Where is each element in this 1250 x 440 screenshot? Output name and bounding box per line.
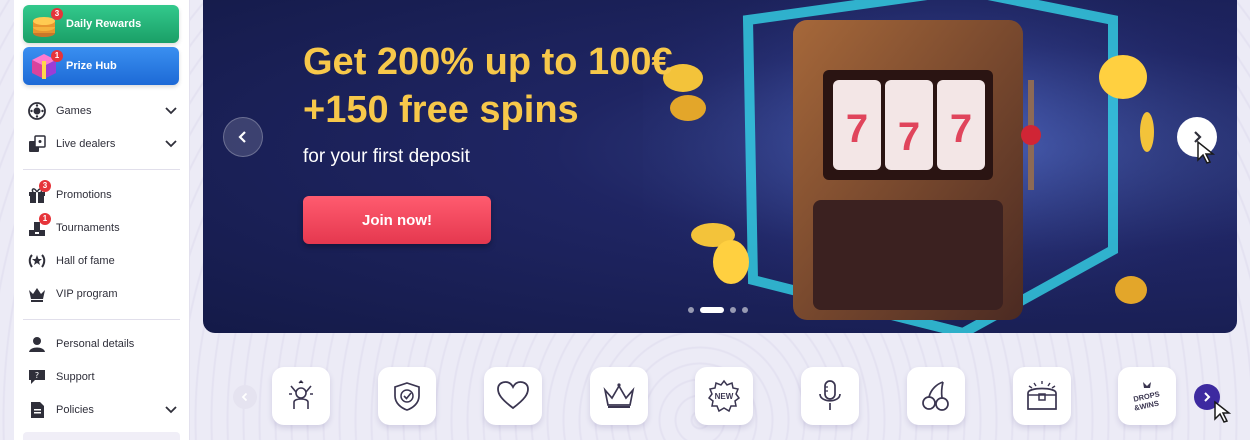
tournaments-badge: 1 xyxy=(39,213,51,225)
document-icon xyxy=(31,402,44,418)
svg-text:7: 7 xyxy=(950,107,972,151)
promo-banner[interactable]: 7 7 7 Get 200% up to 100€ +150 free spin… xyxy=(203,0,1237,333)
celebrating-player-icon xyxy=(289,380,313,409)
category-favorites[interactable] xyxy=(484,367,542,425)
heart-icon xyxy=(497,381,529,410)
treasure-chest-icon xyxy=(1027,381,1057,410)
banner-dot[interactable] xyxy=(688,307,694,313)
banner-title-line-2: +150 free spins xyxy=(303,89,579,131)
games-icon xyxy=(28,102,46,120)
category-shield[interactable] xyxy=(378,367,436,425)
sidebar: 3 Daily Rewards 1 Prize Hub Games Live d… xyxy=(14,0,190,440)
category-treasure[interactable] xyxy=(1013,367,1071,425)
banner-title: Get 200% up to 100€ +150 free spins xyxy=(303,38,683,134)
join-now-button[interactable]: Join now! xyxy=(303,196,491,244)
category-live[interactable] xyxy=(801,367,859,425)
promotions-badge: 3 xyxy=(39,180,51,192)
category-vip[interactable] xyxy=(590,367,648,425)
sidebar-item-tournaments[interactable]: 1 Tournaments xyxy=(28,213,178,240)
cherries-icon xyxy=(922,381,949,411)
sidebar-item-personal-details[interactable]: Personal details xyxy=(28,332,178,356)
sidebar-item-label: Games xyxy=(56,105,92,117)
sidebar-item-vip-program[interactable]: VIP program xyxy=(28,282,178,306)
mouse-cursor-icon xyxy=(1214,400,1232,423)
chevron-left-icon xyxy=(241,392,248,402)
category-drops-and-wins[interactable]: DROPS &WINS xyxy=(1118,367,1176,425)
svg-text:?: ? xyxy=(35,371,39,380)
mouse-cursor-icon xyxy=(1197,140,1216,164)
shield-check-icon xyxy=(394,382,420,411)
category-new[interactable]: NEW xyxy=(695,367,753,425)
slot-machine-illustration: 7 7 7 xyxy=(643,0,1237,333)
sidebar-item-label: Tournaments xyxy=(56,222,120,234)
sidebar-item-games[interactable]: Games xyxy=(28,99,178,123)
banner-dot[interactable] xyxy=(742,307,748,313)
banner-title-line-1: Get 200% up to 100€ xyxy=(303,41,673,83)
chevron-down-icon xyxy=(165,140,177,148)
category-slots[interactable] xyxy=(907,367,965,425)
sidebar-item-hall-of-fame[interactable]: Hall of fame xyxy=(28,249,178,273)
new-badge-icon: NEW xyxy=(707,379,741,413)
sidebar-item-label: Support xyxy=(56,371,95,383)
sidebar-item-label: Live dealers xyxy=(56,138,116,150)
banner-dot[interactable] xyxy=(730,307,736,313)
microphone-icon xyxy=(819,380,841,410)
sidebar-item-policies[interactable]: Policies xyxy=(28,398,178,422)
prize-hub-badge: 1 xyxy=(51,50,63,62)
sidebar-item-label: Hall of fame xyxy=(56,255,115,267)
daily-rewards-button[interactable]: 3 Daily Rewards xyxy=(23,5,179,43)
crown-icon xyxy=(29,288,45,302)
category-prev-button[interactable] xyxy=(233,385,257,409)
daily-rewards-label: Daily Rewards xyxy=(66,18,142,30)
banner-subtitle: for your first deposit xyxy=(303,146,470,167)
chevron-down-icon xyxy=(165,406,177,414)
sidebar-next-item-stub xyxy=(23,432,180,440)
svg-text:7: 7 xyxy=(898,115,920,159)
daily-rewards-badge: 3 xyxy=(51,8,63,20)
sidebar-item-support[interactable]: ? Support xyxy=(28,365,178,389)
svg-text:7: 7 xyxy=(846,107,868,151)
banner-dot-active[interactable] xyxy=(700,307,724,313)
category-celebrating-player[interactable] xyxy=(272,367,330,425)
prize-hub-button[interactable]: 1 Prize Hub xyxy=(23,47,179,85)
chat-icon: ? xyxy=(29,370,45,384)
laurel-icon xyxy=(28,254,46,268)
chevron-left-icon xyxy=(238,131,246,143)
sidebar-divider xyxy=(23,319,180,320)
sidebar-item-label: Policies xyxy=(56,404,94,416)
banner-prev-button[interactable] xyxy=(223,117,263,157)
new-badge-text: NEW xyxy=(715,392,734,401)
live-dealers-icon xyxy=(29,135,46,152)
prize-hub-label: Prize Hub xyxy=(66,60,117,72)
banner-pagination xyxy=(688,307,748,313)
sidebar-divider xyxy=(23,169,180,170)
sidebar-item-live-dealers[interactable]: Live dealers xyxy=(28,132,178,156)
sidebar-item-label: VIP program xyxy=(56,288,118,300)
chevron-down-icon xyxy=(165,107,177,115)
sidebar-item-label: Promotions xyxy=(56,189,112,201)
crown-icon xyxy=(603,383,635,408)
sidebar-item-promotions[interactable]: 3 Promotions xyxy=(28,180,178,207)
user-icon xyxy=(29,337,45,352)
sidebar-item-label: Personal details xyxy=(56,338,135,350)
drops-and-wins-icon: DROPS &WINS xyxy=(1133,382,1160,413)
